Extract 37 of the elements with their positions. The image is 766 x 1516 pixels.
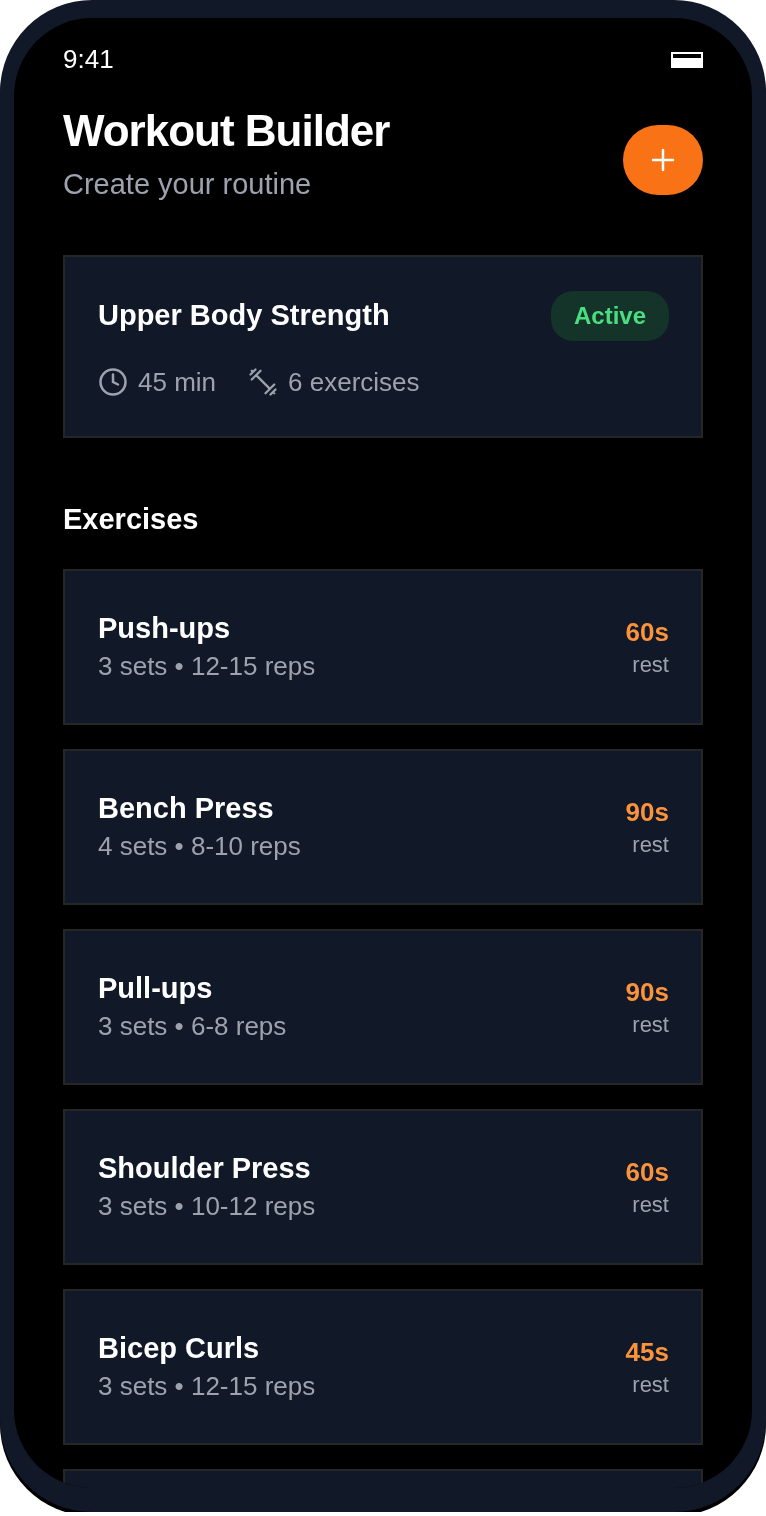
- exercise-name: Pull-ups: [98, 971, 214, 1007]
- workout-name: Upper Body Strength: [98, 298, 390, 334]
- exercise-card[interactable]: Bench Press 4 sets • 8-10 reps 90s rest: [63, 749, 703, 906]
- exercise-card[interactable]: Shoulder Press 3 sets • 10-12 reps 60s rest: [63, 1109, 703, 1266]
- rest-time: 90s: [625, 975, 669, 1009]
- rest-label: rest: [631, 1191, 669, 1220]
- duration-text: 45 min: [138, 365, 217, 399]
- rest-label: rest: [631, 1371, 669, 1400]
- exercise-count: 6 exercises: [288, 365, 420, 399]
- exercise-name: Push-ups: [98, 611, 232, 647]
- rest-time: 90s: [625, 795, 669, 829]
- plus-icon: [651, 148, 675, 172]
- rest-label: rest: [631, 651, 669, 680]
- rest-label: rest: [631, 1011, 669, 1040]
- exercise-name: Shoulder Press: [98, 1151, 312, 1187]
- exercise-card[interactable]: Push-ups 3 sets • 12-15 reps 60s rest: [63, 569, 703, 726]
- clock-icon: [98, 367, 128, 398]
- section-heading: Exercises: [63, 501, 200, 537]
- rest-time: 45s: [625, 1335, 669, 1369]
- exercise-card[interactable]: Pull-ups 3 sets • 6-8 reps 90s rest: [63, 929, 703, 1086]
- status-badge: Active: [550, 290, 669, 341]
- page-subtitle: Create your routine: [63, 167, 313, 203]
- rest-time: 60s: [625, 615, 669, 649]
- exercise-name: Bench Press: [98, 791, 275, 827]
- status-time: 9:41: [63, 43, 114, 76]
- exercise-details: 3 sets • 12-15 reps: [98, 1370, 316, 1404]
- dumbbell-icon: [248, 367, 279, 398]
- exercise-name: Bicep Curls: [98, 1331, 261, 1367]
- exercise-card[interactable]: Bicep Curls 3 sets • 12-15 reps 45s rest: [63, 1289, 703, 1446]
- exercise-details: 3 sets • 10-12 reps: [98, 1190, 316, 1224]
- exercise-details: 3 sets • 12-15 reps: [98, 650, 316, 684]
- rest-time: 60s: [625, 1155, 669, 1189]
- battery-icon: [671, 51, 703, 68]
- rest-label: rest: [631, 831, 669, 860]
- page-title: Workout Builder: [63, 107, 390, 156]
- exercise-details: 4 sets • 8-10 reps: [98, 830, 301, 864]
- exercise-details: 3 sets • 6-8 reps: [98, 1010, 287, 1044]
